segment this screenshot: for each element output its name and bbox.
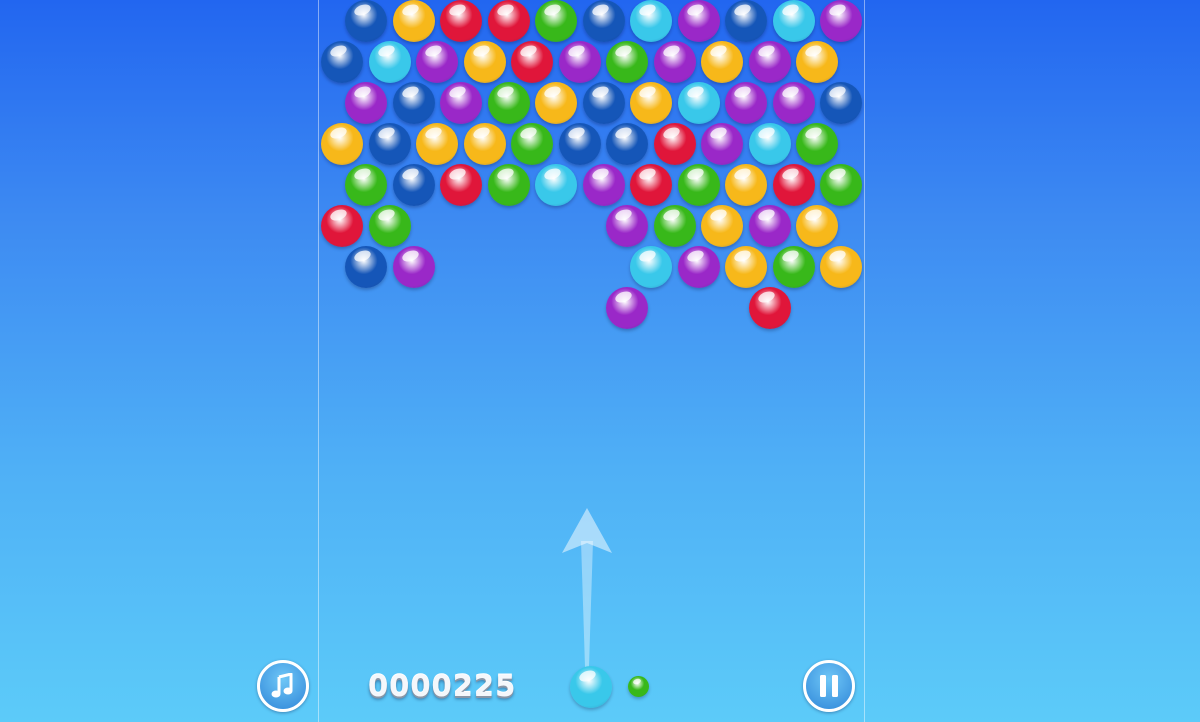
bubble-green (535, 0, 577, 42)
bubble-purple (677, 246, 720, 288)
bubble-blue (582, 0, 625, 42)
bubble-yellow (463, 123, 506, 165)
bubble-cyan (535, 164, 577, 206)
bubble-purple (345, 82, 387, 124)
bubble-green (606, 41, 648, 83)
pause-button[interactable] (803, 660, 855, 712)
bubble-purple (606, 205, 648, 247)
bubble-green (653, 205, 696, 247)
bubble-blue (820, 82, 862, 124)
bubble-red (440, 164, 482, 206)
bubble-cyan (677, 82, 720, 124)
bubble-yellow (725, 164, 767, 206)
bubble-red (748, 287, 791, 329)
bubble-blue (368, 123, 411, 165)
bubble-green (820, 164, 862, 206)
bubble-purple (558, 41, 601, 83)
bubble-purple (677, 0, 720, 42)
bubble-yellow (796, 205, 838, 247)
bubble-purple (653, 41, 696, 83)
bubble-blue (321, 41, 363, 83)
bubble-blue (345, 0, 387, 42)
bubble-purple (582, 164, 625, 206)
bubble-red (772, 164, 815, 206)
bubble-yellow (535, 82, 577, 124)
bubble-yellow (701, 41, 743, 83)
bubble-red (487, 0, 530, 42)
bubble-yellow (796, 41, 838, 83)
bubble-blue (558, 123, 601, 165)
bubble-yellow (630, 82, 672, 124)
bubble-blue (392, 82, 435, 124)
bubble-cyan (368, 41, 411, 83)
bubble-red (321, 205, 363, 247)
bubble-green (772, 246, 815, 288)
bubble-yellow (392, 0, 435, 42)
bubble-purple (440, 82, 482, 124)
bubble-purple (701, 123, 743, 165)
bubble-red (511, 41, 553, 83)
bubble-cyan (748, 123, 791, 165)
bubble-yellow (463, 41, 506, 83)
bubble-green (796, 123, 838, 165)
bubble-yellow (701, 205, 743, 247)
bubble-green (345, 164, 387, 206)
bubble-cyan (772, 0, 815, 42)
bubble-green (487, 164, 530, 206)
music-button[interactable] (257, 660, 309, 712)
bubble-purple (725, 82, 767, 124)
bubble-purple (392, 246, 435, 288)
bubble-cyan (630, 246, 672, 288)
bubble-green (368, 205, 411, 247)
bubble-cyan (630, 0, 672, 42)
music-note-icon (271, 673, 293, 698)
bubble-blue (345, 246, 387, 288)
bubble-blue (606, 123, 648, 165)
aim-arrow (562, 508, 612, 667)
bubble-green (487, 82, 530, 124)
bubble-yellow (321, 123, 363, 165)
bubble-red (653, 123, 696, 165)
bubble-purple (606, 287, 648, 329)
bubble-blue (582, 82, 625, 124)
bubble-red (440, 0, 482, 42)
bubble-blue (392, 164, 435, 206)
bubble-purple (748, 41, 791, 83)
current-bubble[interactable] (570, 666, 612, 708)
bubble-yellow (725, 246, 767, 288)
bubble-yellow (416, 123, 458, 165)
bubble-green (511, 123, 553, 165)
bubble-yellow (820, 246, 862, 288)
bubble-purple (416, 41, 458, 83)
bubble-purple (772, 82, 815, 124)
bubble-purple (748, 205, 791, 247)
pause-icon (820, 675, 838, 697)
bubble-red (630, 164, 672, 206)
score-display: 0000225 (368, 669, 517, 703)
next-bubble (628, 676, 649, 697)
bubble-purple (820, 0, 862, 42)
bubble-green (677, 164, 720, 206)
bubble-blue (725, 0, 767, 42)
